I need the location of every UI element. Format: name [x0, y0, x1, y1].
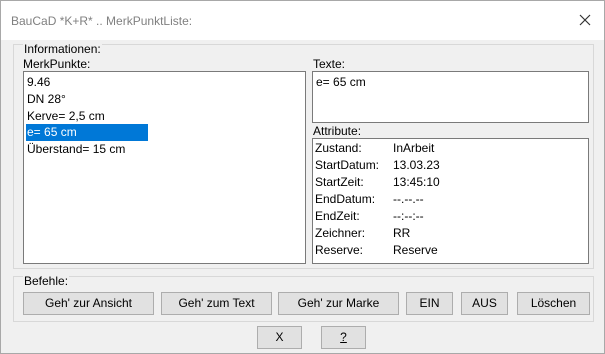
texte-textbox[interactable]: e= 65 cm: [312, 71, 589, 123]
attribute-value: Reserve: [393, 243, 438, 257]
list-item[interactable]: 9.46: [26, 74, 50, 91]
goto-marker-button[interactable]: Geh' zur Marke: [278, 292, 399, 315]
attribute-value: RR: [393, 226, 411, 240]
help-button[interactable]: ?: [321, 326, 366, 349]
informationen-label: Informationen:: [23, 42, 102, 56]
attribute-key: StartDatum:: [315, 158, 380, 172]
attribute-value: --.--.--: [393, 192, 424, 206]
attribute-key: Zustand:: [315, 141, 362, 155]
delete-button[interactable]: Löschen: [517, 292, 590, 315]
texte-value: e= 65 cm: [316, 75, 366, 89]
list-item[interactable]: Kerve= 2,5 cm: [26, 108, 105, 125]
merkpunkte-listbox[interactable]: 9.46 DN 28° Kerve= 2,5 cm e= 65 cm Übers…: [23, 71, 306, 264]
merkpunkte-label: MerkPunkte:: [23, 57, 91, 71]
attribute-key: Zeichner:: [315, 226, 366, 240]
attribute-value: InArbeit: [393, 141, 435, 155]
attribute-key: EndZeit:: [315, 209, 360, 223]
title-bar: BauCaD *K+R* .. MerkPunktListe:: [1, 1, 604, 40]
window-title: BauCaD *K+R* .. MerkPunktListe:: [11, 14, 193, 28]
close-icon[interactable]: [573, 8, 597, 32]
list-item[interactable]: DN 28°: [26, 91, 66, 108]
texte-label: Texte:: [313, 57, 346, 71]
aus-button[interactable]: AUS: [461, 292, 508, 315]
goto-view-button[interactable]: Geh' zur Ansicht: [23, 292, 154, 315]
attribute-list[interactable]: Zustand: InArbeit StartDatum: 13.03.23 S…: [312, 138, 589, 264]
dialog-window: BauCaD *K+R* .. MerkPunktListe: Informat…: [0, 0, 605, 354]
attribute-key: StartZeit:: [315, 175, 364, 189]
attribute-key: Reserve:: [315, 243, 364, 257]
attribute-label: Attribute:: [313, 124, 362, 138]
attribute-value: --:--:--: [393, 209, 424, 223]
list-item[interactable]: Überstand= 15 cm: [26, 141, 125, 158]
goto-text-button[interactable]: Geh' zum Text: [161, 292, 272, 315]
attribute-value: 13.03.23: [393, 158, 440, 172]
ein-button[interactable]: EIN: [406, 292, 453, 315]
attribute-key: EndDatum:: [315, 192, 376, 206]
attribute-value: 13:45:10: [393, 175, 440, 189]
cancel-x-button[interactable]: X: [257, 326, 302, 349]
befehle-label: Befehle:: [23, 274, 70, 288]
list-item-selected[interactable]: e= 65 cm: [26, 124, 148, 141]
